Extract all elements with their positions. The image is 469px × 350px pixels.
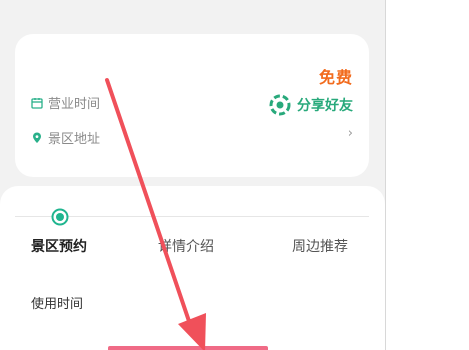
address-row[interactable]: 景区地址	[31, 128, 100, 147]
app-viewport: 免费 营业时间 景区地址 分享好友 › 景区预约 详情介绍 周边推荐 使用时间	[0, 0, 385, 350]
calendar-icon	[31, 97, 43, 109]
booking-panel: 景区预约 详情介绍 周边推荐 使用时间	[0, 186, 385, 350]
business-hours-label: 营业时间	[48, 97, 101, 112]
scenic-info-card: 免费 营业时间 景区地址 分享好友 ›	[15, 34, 369, 177]
business-hours-row[interactable]: 营业时间	[31, 93, 100, 112]
ring-dot-icon	[51, 208, 69, 226]
share-friends-label: 分享好友	[297, 98, 353, 114]
share-friends-button[interactable]: 分享好友	[269, 94, 353, 116]
tab-nearby[interactable]: 周边推荐	[292, 236, 348, 256]
screen: 免费 营业时间 景区地址 分享好友 › 景区预约 详情介绍 周边推荐 使用时间	[0, 0, 469, 350]
phone-edge-divider	[385, 0, 386, 350]
address-label: 景区地址	[48, 132, 101, 147]
share-icon	[269, 94, 291, 116]
tab-details[interactable]: 详情介绍	[158, 236, 214, 256]
address-chevron-icon[interactable]: ›	[348, 126, 353, 141]
use-time-label: 使用时间	[31, 297, 84, 312]
tab-scenic-booking[interactable]: 景区预约	[31, 236, 87, 256]
price-label: 免费	[318, 68, 353, 87]
location-pin-icon	[31, 132, 43, 144]
bottom-action-bar[interactable]	[108, 346, 268, 350]
